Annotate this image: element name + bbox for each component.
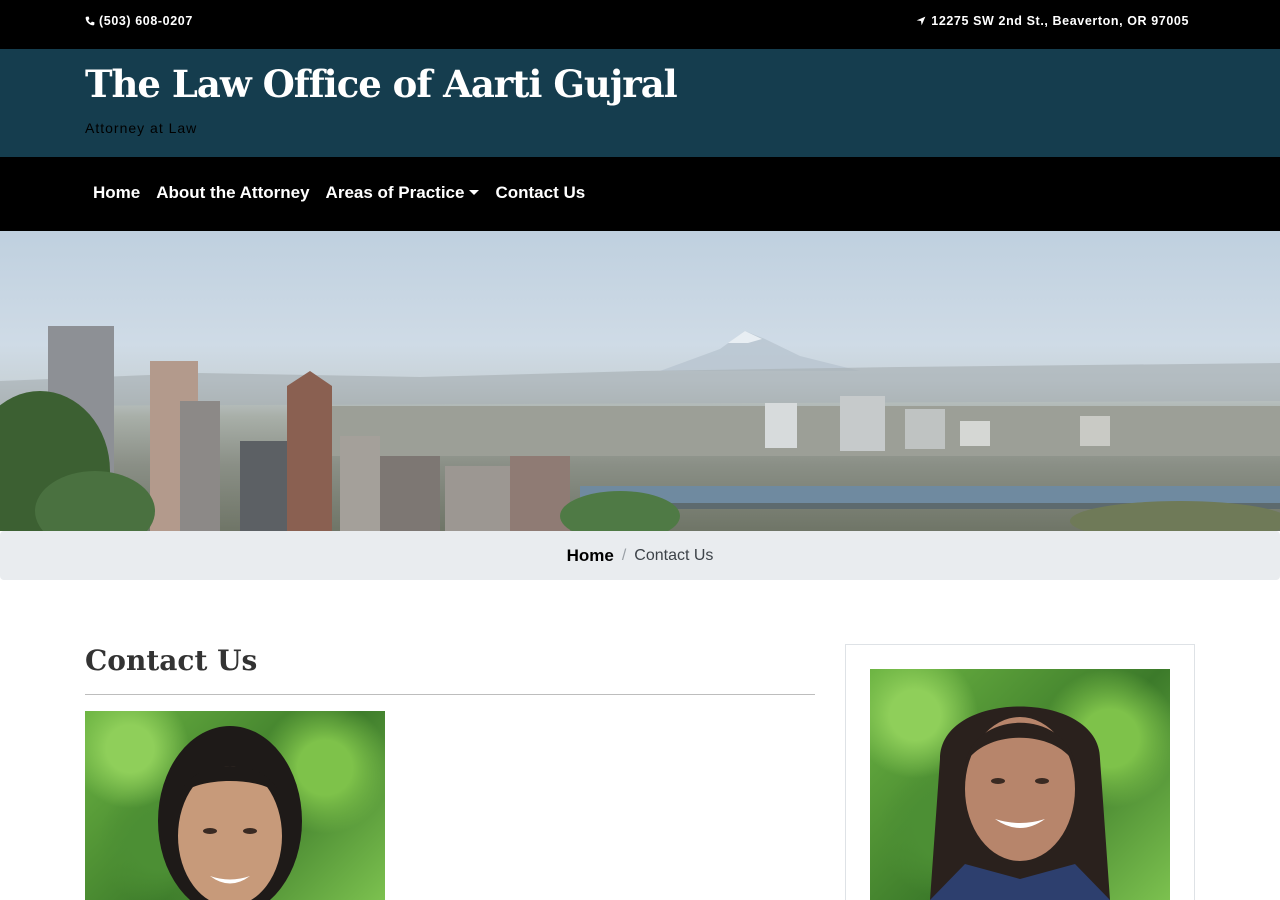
location-arrow-icon bbox=[916, 16, 926, 26]
office-address: 12275 SW 2nd St., Beaverton, OR 97005 bbox=[931, 14, 1189, 28]
nav-contact-us[interactable]: Contact Us bbox=[487, 183, 593, 203]
hero-city-skyline-image bbox=[0, 231, 1280, 531]
page-title: Contact Us bbox=[85, 644, 258, 677]
nav-home[interactable]: Home bbox=[85, 183, 148, 203]
brand-header: The Law Office of Aarti Gujral Attorney … bbox=[0, 49, 1280, 157]
attorney-portrait-illustration bbox=[158, 726, 302, 900]
breadcrumb-separator: / bbox=[621, 546, 627, 564]
nav-contact-label: Contact Us bbox=[495, 183, 586, 202]
site-title[interactable]: The Law Office of Aarti Gujral bbox=[85, 62, 678, 106]
nav-home-label: Home bbox=[93, 183, 141, 202]
main-navigation: Home About the Attorney Areas of Practic… bbox=[0, 157, 1280, 231]
phone-icon bbox=[85, 16, 95, 26]
phone-contact[interactable]: (503) 608-0207 bbox=[85, 14, 193, 28]
attorney-sidebar-photo bbox=[870, 669, 1170, 900]
nav-about-label: About the Attorney bbox=[156, 183, 310, 202]
breadcrumb-current: Contact Us bbox=[634, 546, 714, 564]
attorney-sidebar-portrait-illustration bbox=[930, 706, 1110, 900]
attorney-photo bbox=[85, 711, 385, 900]
skyline-illustration bbox=[0, 326, 1280, 531]
caret-down-icon bbox=[469, 190, 480, 195]
heading-divider bbox=[85, 694, 815, 695]
nav-areas-of-practice[interactable]: Areas of Practice bbox=[318, 183, 488, 203]
nav-about-attorney[interactable]: About the Attorney bbox=[148, 183, 317, 203]
nav-areas-label: Areas of Practice bbox=[325, 183, 465, 202]
phone-number: (503) 608-0207 bbox=[99, 14, 193, 28]
breadcrumb: Home / Contact Us bbox=[0, 531, 1280, 580]
address-contact[interactable]: 12275 SW 2nd St., Beaverton, OR 97005 bbox=[916, 14, 1189, 28]
top-contact-bar: (503) 608-0207 12275 SW 2nd St., Beavert… bbox=[0, 0, 1280, 49]
site-tagline: Attorney at Law bbox=[85, 120, 198, 136]
breadcrumb-home-link[interactable]: Home bbox=[567, 546, 614, 566]
